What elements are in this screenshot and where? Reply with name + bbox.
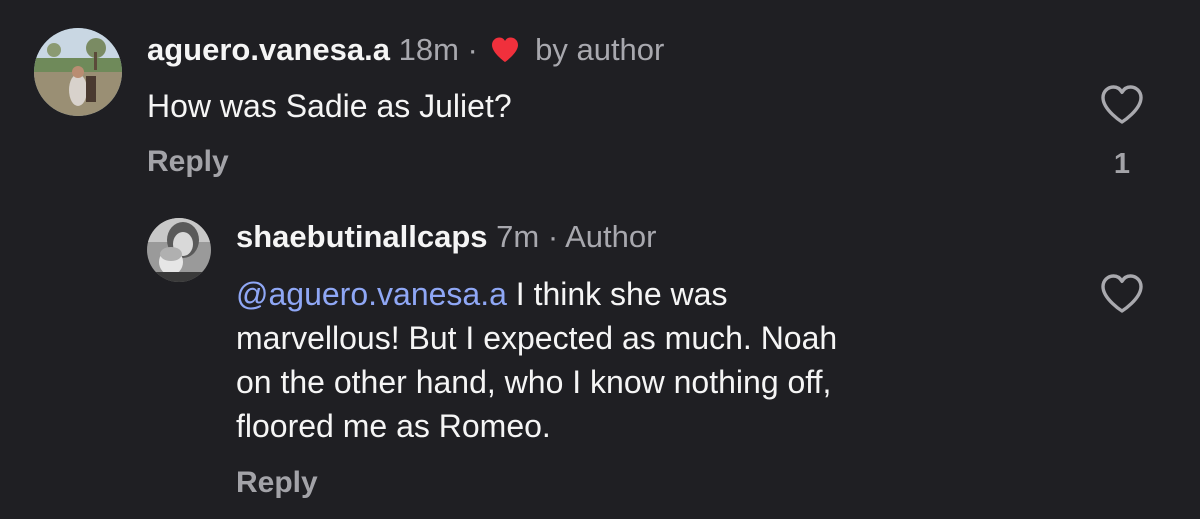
comment-text: @aguero.vanesa.a I think she was marvell… bbox=[236, 272, 1076, 448]
heart-outline-icon bbox=[1101, 85, 1143, 124]
comment-header: aguero.vanesa.a 18m · by author bbox=[147, 32, 664, 72]
username[interactable]: shaebutinallcaps bbox=[236, 219, 488, 254]
comment-line: on the other hand, who I know nothing of… bbox=[236, 364, 832, 400]
username[interactable]: aguero.vanesa.a bbox=[147, 32, 390, 67]
author-badge: Author bbox=[565, 219, 657, 254]
like-button[interactable] bbox=[1100, 84, 1144, 131]
comments-thread: aguero.vanesa.a 18m · by author How was … bbox=[0, 0, 1200, 519]
like-button[interactable] bbox=[1100, 273, 1144, 320]
comment-line: marvellous! But I expected as much. Noah bbox=[236, 320, 838, 356]
comment-line: floored me as Romeo. bbox=[236, 408, 551, 444]
reply-button[interactable]: Reply bbox=[236, 466, 318, 500]
red-heart-icon bbox=[490, 36, 520, 72]
liked-by-author-label: by author bbox=[535, 32, 665, 67]
comment-text: How was Sadie as Juliet? bbox=[147, 88, 512, 124]
mention-link[interactable]: @aguero.vanesa.a bbox=[236, 276, 507, 312]
separator: · bbox=[547, 219, 559, 254]
like-count: 1 bbox=[1113, 148, 1131, 180]
heart-outline-icon bbox=[1101, 274, 1143, 313]
comment-header: shaebutinallcaps 7m · Author bbox=[236, 219, 656, 255]
comment-text-segment: I think she was bbox=[506, 276, 728, 312]
reply-button[interactable]: Reply bbox=[147, 145, 229, 179]
comment-line: @aguero.vanesa.a I think she was bbox=[236, 272, 1076, 316]
timestamp: 18m bbox=[398, 32, 459, 67]
separator: · bbox=[467, 32, 478, 67]
avatar[interactable] bbox=[147, 218, 211, 282]
timestamp: 7m bbox=[496, 219, 540, 254]
avatar[interactable] bbox=[34, 28, 122, 116]
